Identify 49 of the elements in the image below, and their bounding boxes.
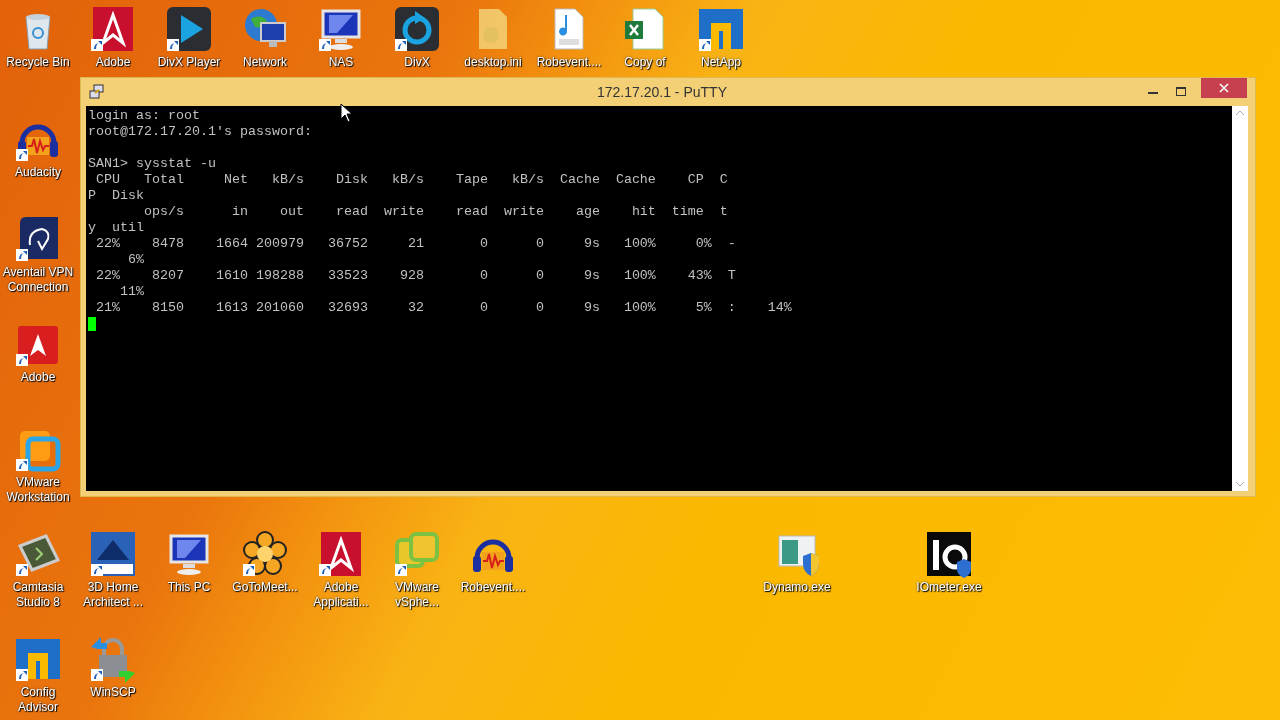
icon-label: WinSCP: [89, 685, 137, 700]
play-icon[interactable]: [165, 5, 213, 53]
icon-label: Audacity: [14, 165, 62, 180]
icon-label: Camtasia Studio 8: [11, 580, 65, 610]
terminal-line: 21% 8150 1613 201060 32693 32 0 0 9s 100% 5% : 14%: [95, 300, 792, 316]
flower-icon[interactable]: [241, 530, 289, 578]
icon-label: NAS: [327, 55, 355, 70]
terminal-line: root@172.17.20.1's password:: [88, 124, 312, 140]
text-cursor: [88, 317, 96, 331]
icon-label: This PC: [166, 580, 212, 595]
refresh-icon[interactable]: [393, 5, 441, 53]
close-button[interactable]: [1201, 78, 1247, 98]
icon-label: Copy of: [623, 55, 667, 70]
icon-label: Adobe: [94, 55, 132, 70]
icon-label: Recycle Bin: [5, 55, 71, 70]
lock-icon[interactable]: [89, 635, 137, 683]
icon-label: Robevent....: [459, 580, 527, 595]
icon-label: desktop.ini: [463, 55, 523, 70]
terminal-app-icon[interactable]: [89, 84, 105, 100]
icon-label: 3D Home Architect ...: [82, 580, 144, 610]
icon-label: VMware Workstation: [5, 475, 71, 505]
house-icon[interactable]: [89, 530, 137, 578]
terminal-line: 22% 8207 1610 198288 33523 928 0 0 9s 100% 43% T: [95, 268, 736, 284]
icon-label: Adobe: [19, 370, 57, 385]
icon-label: DivX: [403, 55, 431, 70]
close-icon: [1219, 83, 1229, 93]
icon-label: Aventail VPN Connection: [1, 265, 75, 295]
icon-label: Adobe Applicati...: [312, 580, 370, 610]
window-title: 172.17.20.1 - PuTTY: [596, 84, 728, 100]
icon-label: Config Advisor: [17, 685, 59, 715]
icon-label: Dynamo.exe: [762, 580, 832, 595]
terminal-line: ops/s in out read write read write age hit time t: [143, 204, 728, 220]
terminal-line: SAN1> sysstat -u: [88, 156, 216, 172]
terminal-line: y util: [88, 220, 144, 236]
terminal-line: CPU Total Net kB/s Disk kB/s Tape kB/s Cache Cache CP C: [95, 172, 728, 188]
terminal-line: P Disk: [88, 188, 144, 204]
app-icon[interactable]: [925, 530, 973, 578]
icon-label: NetApp: [700, 55, 742, 70]
icon-label: Robevent....: [535, 55, 603, 70]
icon-label: GoToMeet...: [231, 580, 299, 595]
terminal-line: login as: root: [88, 108, 200, 124]
terminal-line: 6%: [127, 252, 144, 268]
icon-label: DivX Player: [156, 55, 222, 70]
terminal-line: 11%: [119, 284, 144, 300]
terminal-line: 22% 8478 1664 200979 36752 21 0 0 9s 100% 0% -: [95, 236, 736, 252]
icon-label: IOmeter.exe: [915, 580, 983, 595]
icon-label: Network: [242, 55, 288, 70]
maximize-icon: [1176, 87, 1186, 97]
icon-label: VMware vSphe...: [394, 580, 440, 610]
